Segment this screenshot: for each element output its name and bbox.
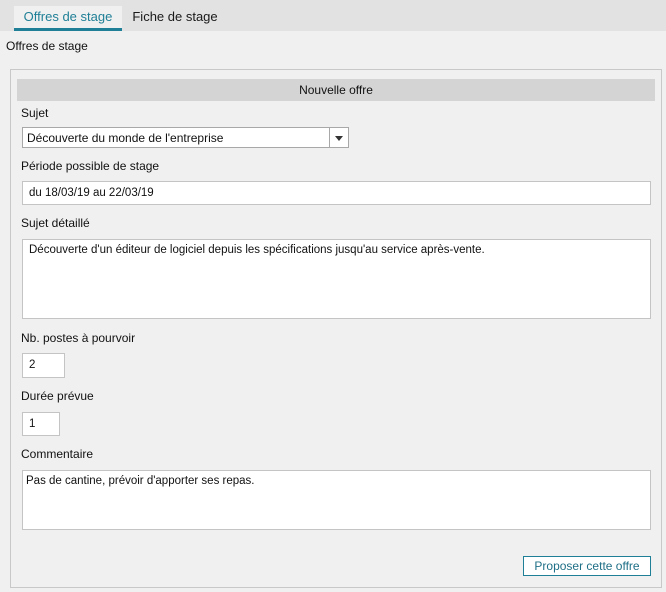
commentaire-label: Commentaire bbox=[21, 447, 94, 461]
sujet-dropdown-button[interactable] bbox=[329, 128, 348, 147]
commentaire-textarea[interactable]: Pas de cantine, prévoir d'apporter ses r… bbox=[22, 470, 651, 530]
periode-label: Période possible de stage bbox=[21, 159, 160, 173]
duree-label: Durée prévue bbox=[21, 389, 94, 403]
tab-bar: Offres de stage Fiche de stage bbox=[0, 0, 666, 31]
sujet-detaille-textarea[interactable]: Découverte d'un éditeur de logiciel depu… bbox=[22, 239, 651, 319]
periode-input[interactable]: du 18/03/19 au 22/03/19 bbox=[22, 181, 651, 205]
nb-postes-input[interactable]: 2 bbox=[22, 353, 65, 378]
sujet-select-value: Découverte du monde de l'entreprise bbox=[27, 131, 224, 145]
proposer-offre-button[interactable]: Proposer cette offre bbox=[523, 556, 651, 576]
sujet-select[interactable]: Découverte du monde de l'entreprise bbox=[22, 127, 349, 148]
duree-input[interactable]: 1 bbox=[22, 412, 60, 436]
tab-offres-de-stage[interactable]: Offres de stage bbox=[14, 6, 122, 31]
new-offer-panel: Nouvelle offre Sujet Découverte du monde… bbox=[10, 69, 662, 588]
page-title: Offres de stage bbox=[6, 39, 88, 53]
sujet-label: Sujet bbox=[21, 106, 49, 120]
chevron-down-icon bbox=[335, 136, 343, 141]
nb-postes-label: Nb. postes à pourvoir bbox=[21, 331, 136, 345]
panel-header: Nouvelle offre bbox=[17, 79, 655, 101]
tab-fiche-de-stage[interactable]: Fiche de stage bbox=[125, 6, 225, 31]
sujet-detaille-label: Sujet détaillé bbox=[21, 216, 90, 230]
